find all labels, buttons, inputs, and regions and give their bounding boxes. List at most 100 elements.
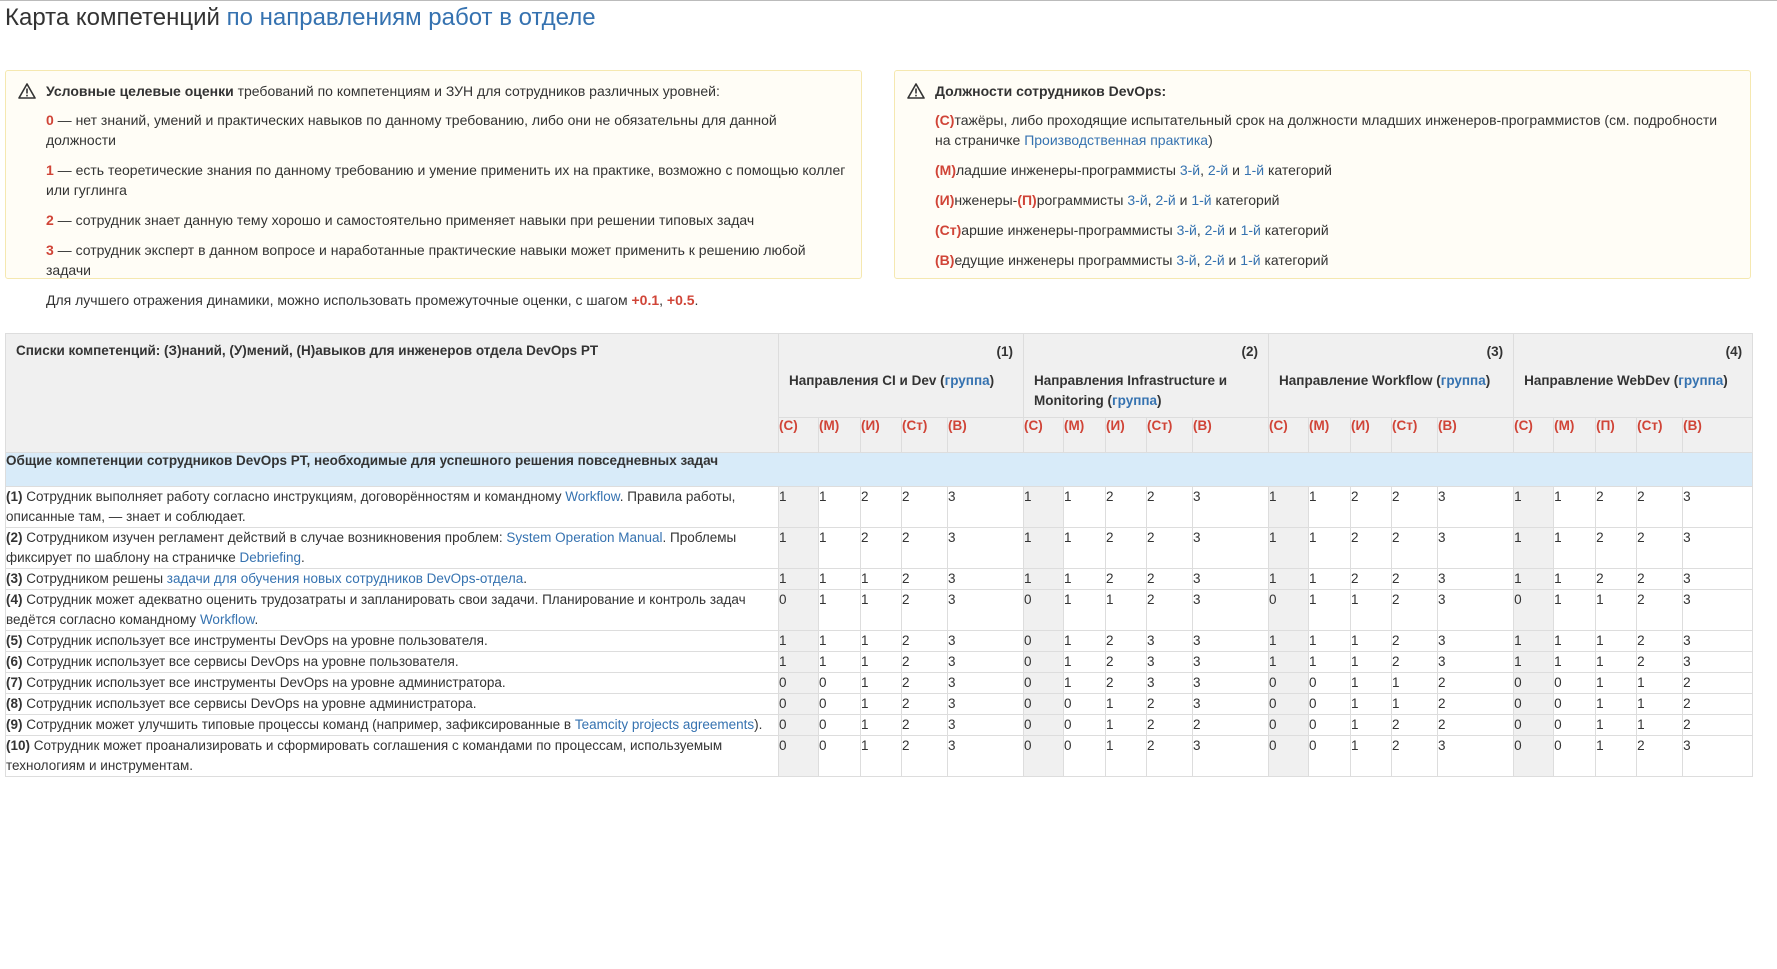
table-row: (9) Сотрудник может улучшить типовые про… [5, 714, 1754, 736]
score-cell: 2 [1636, 527, 1684, 569]
score-cell: 2 [860, 486, 902, 528]
score-cell: 3 [1192, 589, 1270, 631]
score-cell: 1 [1268, 651, 1310, 673]
score-cell: 3 [1437, 486, 1515, 528]
score-cell: 1 [1553, 651, 1597, 673]
category-link[interactable]: 1-й [1244, 162, 1264, 178]
category-link[interactable]: 2-й [1155, 192, 1175, 208]
score-cell: 2 [901, 527, 948, 569]
requirement-cell: (6) Сотрудник использует все сервисы Dev… [5, 651, 779, 673]
score-cell: 2 [901, 693, 948, 715]
category-link[interactable]: 1-й [1191, 192, 1211, 208]
score-cell: 1 [1350, 714, 1393, 736]
score-cell: 2 [1146, 527, 1194, 569]
level-code: (М) [819, 418, 840, 433]
score-cell: 0 [1063, 693, 1107, 715]
score-cell: 2 [1146, 568, 1194, 590]
requirement-link[interactable]: Workflow [565, 489, 620, 504]
page-title: Карта компетенций по направлениям работ … [5, 4, 596, 31]
requirement-text: Сотрудник использует все сервисы DevOps … [22, 654, 459, 669]
score-cell: 2 [1682, 672, 1754, 694]
level-header: (И) [1350, 417, 1393, 453]
group-link[interactable]: группа [1678, 373, 1723, 388]
score-cell: 1 [1350, 651, 1393, 673]
score-cell: 1 [818, 651, 861, 673]
score-cell: 2 [1391, 714, 1439, 736]
category-link[interactable]: 1-й [1240, 252, 1260, 268]
top-border [0, 0, 1777, 1]
practice-link[interactable]: Производственная практика [1024, 132, 1208, 148]
category-link[interactable]: 3-й [1176, 252, 1196, 268]
score-cell: 3 [1192, 486, 1270, 528]
group-link[interactable]: группа [945, 373, 990, 388]
level-code: (В) [948, 418, 967, 433]
title-link[interactable]: по направлениям работ в отделе [227, 4, 596, 31]
score-cell: 1 [1595, 672, 1638, 694]
score-cell: 1 [1063, 630, 1107, 652]
score-cell: 2 [901, 714, 948, 736]
score-cell: 1 [1308, 486, 1352, 528]
score-cell: 2 [1437, 693, 1515, 715]
group-link[interactable]: группа [1441, 373, 1486, 388]
score-cell: 1 [1636, 714, 1684, 736]
score-cell: 2 [1595, 486, 1638, 528]
score-cell: 1 [1063, 568, 1107, 590]
score-cell: 2 [1636, 651, 1684, 673]
score-cell: 1 [1268, 630, 1310, 652]
requirement-link[interactable]: Teamcity projects agreements [575, 717, 754, 732]
level-code: (Ст) [1392, 418, 1418, 433]
level-code: (И) [1351, 418, 1370, 433]
score-cell: 3 [946, 693, 1025, 715]
category-link[interactable]: 2-й [1208, 162, 1228, 178]
category-link[interactable]: 2-й [1205, 222, 1225, 238]
score-cell: 2 [1636, 735, 1684, 777]
score-cell: 2 [1105, 568, 1148, 590]
category-link[interactable]: 1-й [1241, 222, 1261, 238]
score-cell: 3 [1192, 568, 1270, 590]
group-link[interactable]: группа [1112, 393, 1157, 408]
level-header: (Ст) [1391, 417, 1439, 453]
target-scores-panel: Условные целевые оценки требований по ко… [5, 70, 862, 308]
score-cell: 0 [1308, 672, 1352, 694]
level-header: (В) [946, 417, 1025, 453]
requirement-text: Сотрудник использует все сервисы DevOps … [22, 696, 477, 711]
score-cell: 1 [1268, 568, 1310, 590]
score-cell: 3 [1682, 651, 1754, 673]
score-cell: 0 [1513, 672, 1555, 694]
category-link[interactable]: 3-й [1177, 222, 1197, 238]
score-cell: 0 [1023, 714, 1065, 736]
score-cell: 1 [1595, 735, 1638, 777]
warning-icon [907, 83, 925, 99]
requirement-number: (6) [6, 654, 23, 669]
score-cell: 3 [946, 714, 1025, 736]
competency-list-header: Списки компетенций: (З)наний, (У)мений, … [5, 333, 779, 453]
score-cell: 2 [901, 735, 948, 777]
level-code: (В) [1438, 418, 1457, 433]
category-link[interactable]: 2-й [1204, 252, 1224, 268]
level-header: (Ст) [901, 417, 948, 453]
level-header: (И) [860, 417, 902, 453]
level-code: (С) [1269, 418, 1288, 433]
level-code: (М) [1064, 418, 1085, 433]
score-cell: 1 [1063, 589, 1107, 631]
score-cell: 3 [1192, 630, 1270, 652]
requirement-cell: (2) Сотрудником изучен регламент действи… [5, 527, 779, 569]
requirement-link[interactable]: System Operation Manual [506, 530, 662, 545]
category-link[interactable]: 3-й [1127, 192, 1147, 208]
score-cell: 1 [778, 568, 819, 590]
score-cell: 0 [1063, 735, 1107, 777]
score-cell: 2 [1595, 527, 1638, 569]
position-item: (М)ладшие инженеры-программисты 3-й, 2-й… [935, 162, 1332, 178]
requirement-text: Сотрудник может адекватно оценить трудоз… [6, 592, 746, 627]
requirement-link[interactable]: задачи для обучения новых сотрудников De… [167, 571, 523, 586]
requirement-link[interactable]: Workflow [200, 612, 255, 627]
requirement-link[interactable]: Debriefing [239, 550, 301, 565]
score-cell: 1 [1350, 693, 1393, 715]
category-link[interactable]: 3-й [1180, 162, 1200, 178]
score-cell: 2 [1105, 527, 1148, 569]
table-row: (10) Сотрудник может проанализировать и … [5, 735, 1754, 777]
score-cell: 1 [1595, 630, 1638, 652]
score-cell: 2 [1391, 589, 1439, 631]
score-cell: 1 [1308, 651, 1352, 673]
level-item: 2 — сотрудник знает данную тему хорошо и… [46, 212, 755, 228]
